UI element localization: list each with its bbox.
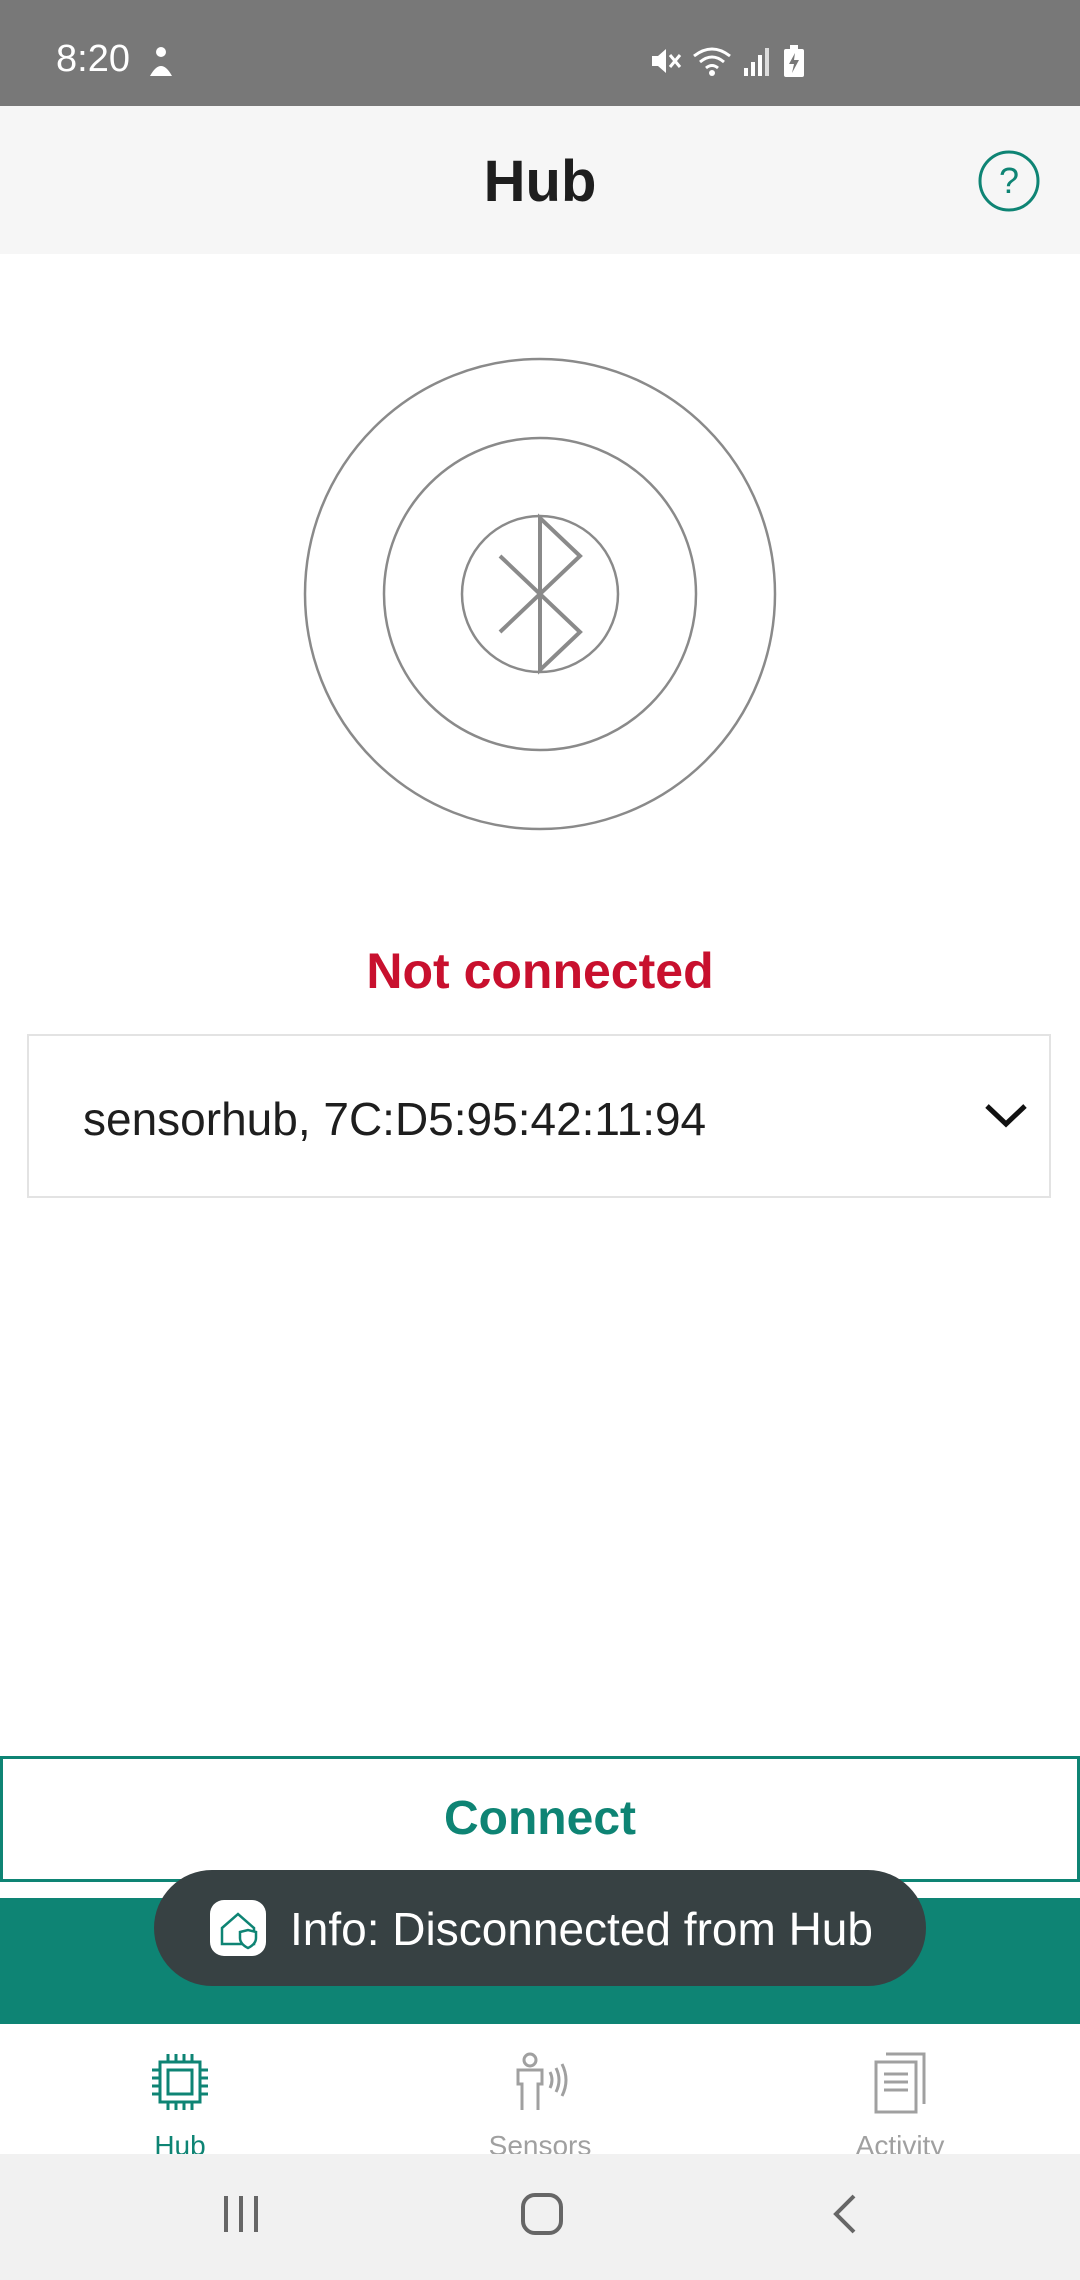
nav-item-activity[interactable]: Activity [720, 2034, 1080, 2161]
connect-button[interactable]: Connect [0, 1756, 1080, 1882]
toast-message: Info: Disconnected from Hub [290, 1903, 873, 1955]
signal-icon [744, 48, 769, 76]
help-circle-icon[interactable]: ? [978, 150, 1040, 212]
connection-status: Not connected [366, 943, 714, 999]
system-nav-bar [0, 2154, 1080, 2280]
app-bar: Hub ? [0, 106, 1080, 254]
chevron-down-icon [985, 1104, 1027, 1128]
nav-item-hub[interactable]: Hub [0, 2034, 360, 2161]
mute-icon [652, 49, 682, 73]
home-button-icon[interactable] [520, 2192, 564, 2236]
bluetooth-icon [498, 513, 583, 675]
toast: Info: Disconnected from Hub [154, 1870, 926, 1986]
selected-device: sensorhub, 7C:D5:95:42:11:94 [83, 1093, 707, 1145]
status-time: 8:20 [56, 38, 130, 80]
person-signal-icon [516, 2052, 568, 2110]
nav-item-sensors[interactable]: Sensors [360, 2034, 720, 2161]
wifi-icon [693, 47, 731, 76]
documents-icon [874, 2052, 926, 2114]
bluetooth-graphic [303, 357, 777, 831]
battery-charging-icon [784, 45, 804, 77]
page-title: Hub [483, 149, 597, 214]
chip-icon [152, 2054, 208, 2110]
device-select[interactable]: sensorhub, 7C:D5:95:42:11:94 [27, 1034, 1051, 1198]
recent-apps-icon[interactable] [220, 2194, 262, 2234]
svg-text:?: ? [999, 160, 1019, 201]
bottom-nav: Hub Sensors Activity [0, 2024, 1080, 2161]
status-bar: 8:20 [0, 0, 1080, 106]
accessibility-icon [150, 47, 172, 76]
back-icon[interactable] [830, 2192, 860, 2236]
home-shield-icon [210, 1900, 266, 1956]
